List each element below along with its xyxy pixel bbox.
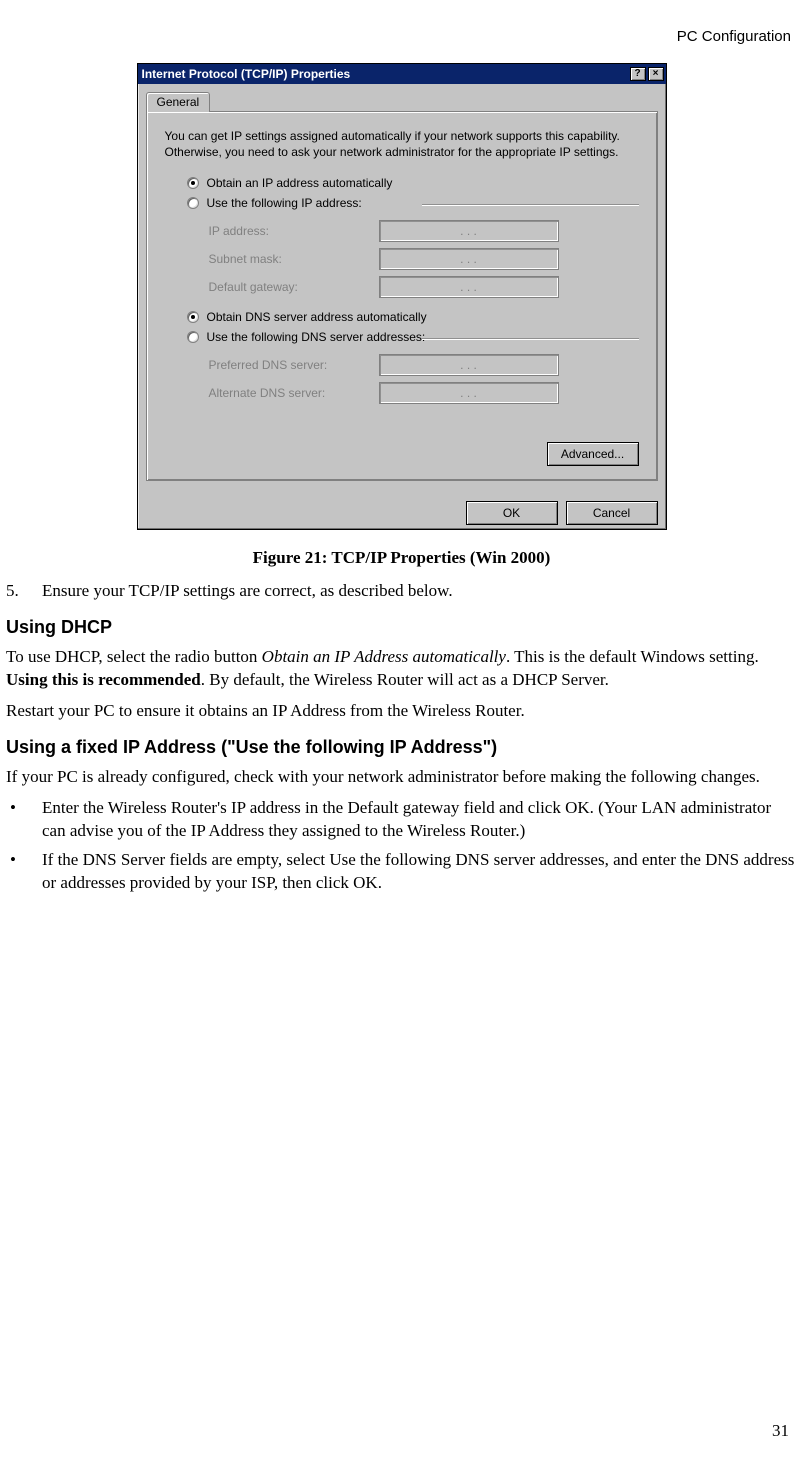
alternate-dns-field[interactable]: . . . [379,382,559,404]
bullet-icon [6,797,42,843]
radio-label: Use the following IP address: [207,196,362,210]
bullet-icon [6,849,42,895]
label-default-gateway: Default gateway: [209,280,379,294]
label-ip-address: IP address: [209,224,379,238]
label-alternate-dns: Alternate DNS server: [209,386,379,400]
label-subnet-mask: Subnet mask: [209,252,379,266]
dialog-title: Internet Protocol (TCP/IP) Properties [142,67,628,81]
radio-use-following-dns[interactable]: Use the following DNS server addresses: [187,330,639,344]
radio-icon [187,331,199,343]
radio-label: Use the following DNS server addresses: [207,330,426,344]
radio-obtain-ip-auto[interactable]: Obtain an IP address automatically [187,176,639,190]
figure-caption: Figure 21: TCP/IP Properties (Win 2000) [6,548,797,568]
tab-general[interactable]: General [146,92,211,112]
close-icon[interactable]: × [648,67,664,81]
dialog-titlebar: Internet Protocol (TCP/IP) Properties ? … [138,64,666,84]
advanced-button[interactable]: Advanced... [547,442,639,466]
heading-using-dhcp: Using DHCP [6,617,797,638]
page-header: PC Configuration [6,28,791,45]
radio-obtain-dns-auto[interactable]: Obtain DNS server address automatically [187,310,639,324]
dhcp-paragraph-1: To use DHCP, select the radio button Obt… [6,646,797,692]
page-number: 31 [772,1421,789,1441]
cancel-button[interactable]: Cancel [566,501,658,525]
tcpip-properties-dialog: Internet Protocol (TCP/IP) Properties ? … [137,63,667,530]
help-icon[interactable]: ? [630,67,646,81]
label-preferred-dns: Preferred DNS server: [209,358,379,372]
subnet-mask-field[interactable]: . . . [379,248,559,270]
radio-icon [187,311,199,323]
fixed-ip-paragraph-1: If your PC is already configured, check … [6,766,797,789]
radio-use-following-ip[interactable]: Use the following IP address: [187,196,639,210]
ip-address-field[interactable]: . . . [379,220,559,242]
step-5: 5. Ensure your TCP/IP settings are corre… [6,580,797,603]
radio-label: Obtain an IP address automatically [207,176,393,190]
radio-icon [187,197,199,209]
heading-fixed-ip: Using a fixed IP Address ("Use the follo… [6,737,797,758]
dhcp-paragraph-2: Restart your PC to ensure it obtains an … [6,700,797,723]
default-gateway-field[interactable]: . . . [379,276,559,298]
radio-label: Obtain DNS server address automatically [207,310,427,324]
step-number: 5. [6,580,42,603]
bullet-2: If the DNS Server fields are empty, sele… [6,849,797,895]
ok-button[interactable]: OK [466,501,558,525]
bullet-1: Enter the Wireless Router's IP address i… [6,797,797,843]
dialog-intro-text: You can get IP settings assigned automat… [165,128,639,160]
step-text: Ensure your TCP/IP settings are correct,… [42,580,453,603]
radio-icon [187,177,199,189]
preferred-dns-field[interactable]: . . . [379,354,559,376]
general-tab-panel: You can get IP settings assigned automat… [146,111,658,481]
